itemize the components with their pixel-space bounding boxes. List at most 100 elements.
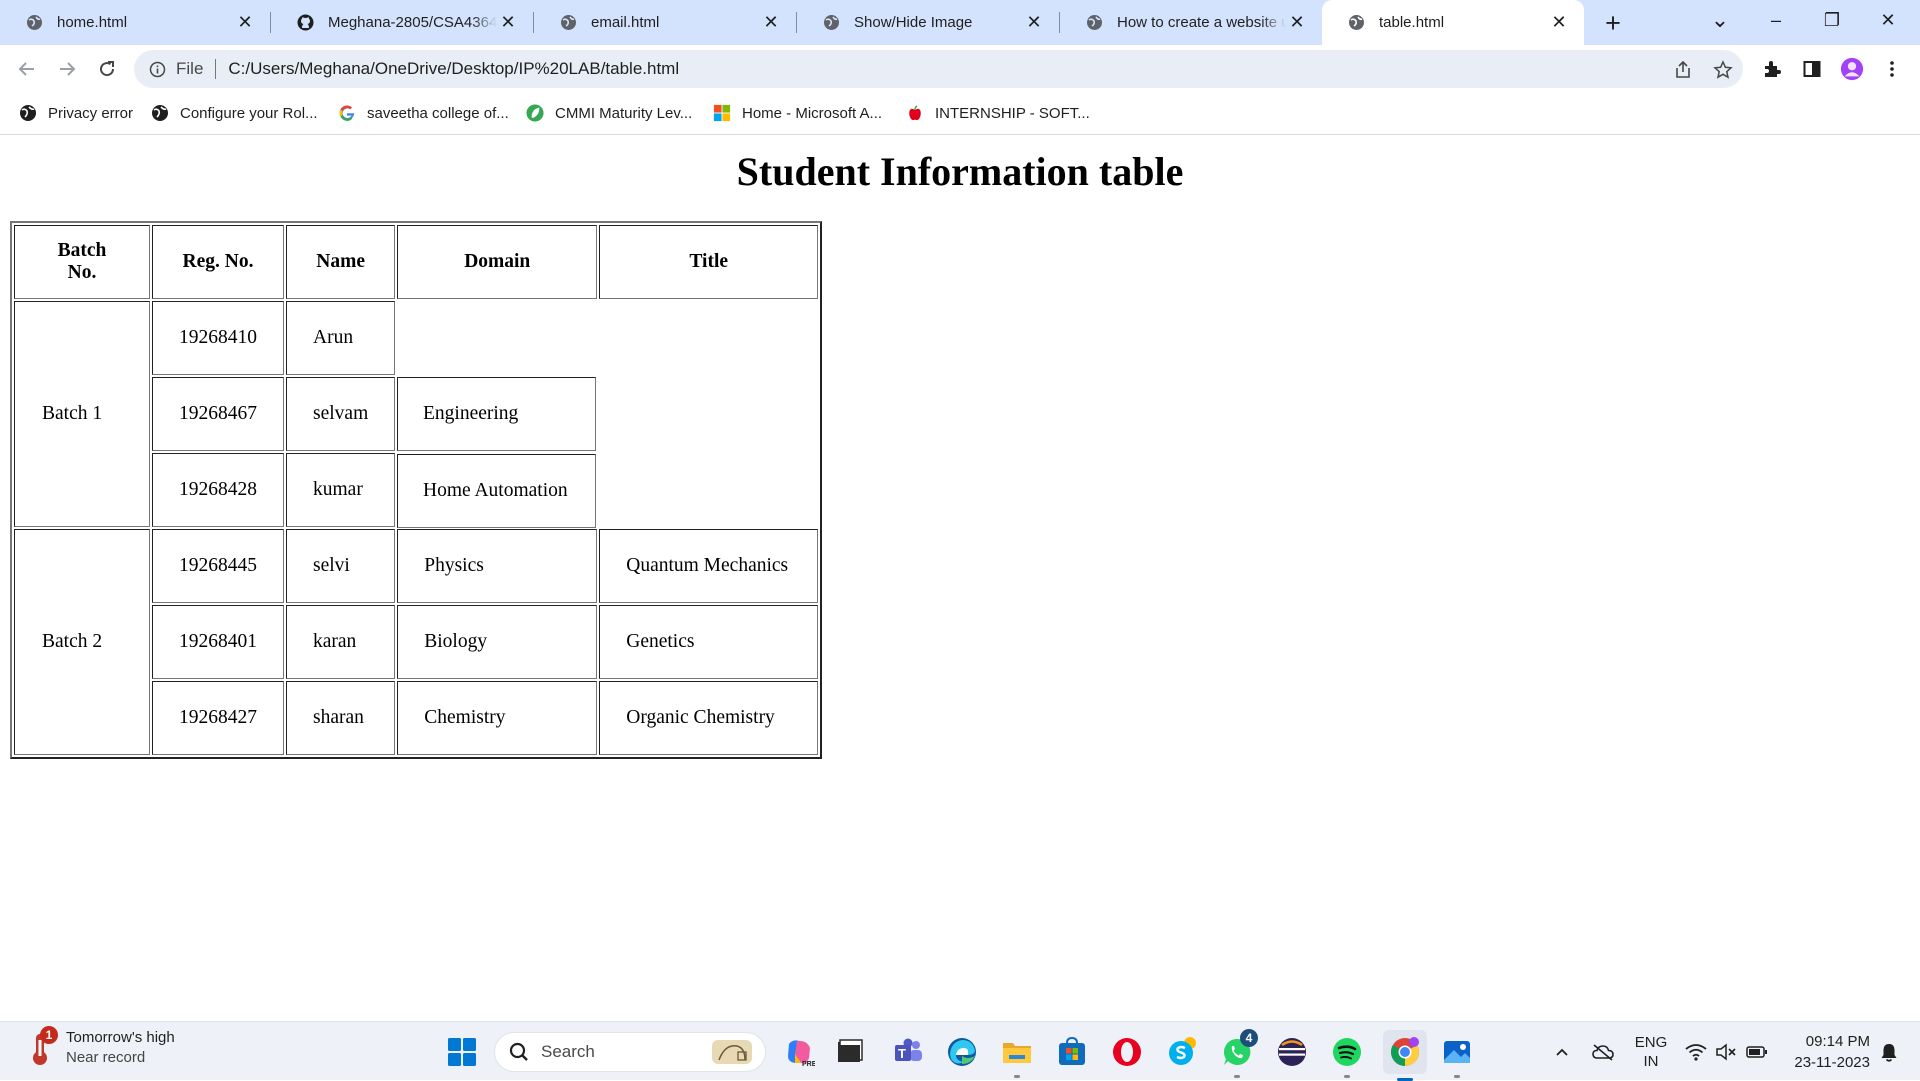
chrome-icon[interactable] <box>1383 1030 1427 1081</box>
avatar[interactable] <box>1840 57 1864 81</box>
language-indicator[interactable]: ENG IN <box>1628 1022 1674 1081</box>
tab-email[interactable]: email.html ✕ <box>534 0 796 45</box>
bookmark-label: Privacy error <box>48 104 134 122</box>
copilot-icon[interactable]: PRE <box>780 1033 818 1071</box>
bookmark-privacy-error[interactable]: Privacy error <box>19 93 133 133</box>
divider <box>215 59 217 79</box>
weather-title: Tomorrow's high <box>66 1029 175 1046</box>
header-title: Title <box>599 225 819 299</box>
running-indicator <box>1344 1075 1350 1078</box>
name-cell: karan <box>286 605 396 679</box>
header-batch-no: Batch No. <box>14 225 150 299</box>
show-hidden-icons-button[interactable] <box>1548 1022 1576 1081</box>
extensions-icon[interactable] <box>1760 57 1784 81</box>
bookmark-saveetha-college[interactable]: saveetha college of... <box>338 93 509 133</box>
eclipse-icon[interactable] <box>1273 1033 1311 1071</box>
store-icon[interactable] <box>1053 1033 1091 1071</box>
spotify-icon[interactable] <box>1328 1033 1366 1078</box>
menu-kebab-icon[interactable] <box>1880 57 1904 81</box>
onedrive-icon[interactable] <box>1586 1022 1620 1081</box>
teams-icon[interactable]: T <box>889 1033 927 1071</box>
reg-cell: 19268401 <box>152 605 284 679</box>
globe-icon <box>1086 14 1103 31</box>
close-tab-icon[interactable]: ✕ <box>1023 12 1045 34</box>
file-explorer-icon[interactable] <box>998 1033 1036 1078</box>
bookmark-cmmi-maturity[interactable]: CMMI Maturity Lev... <box>526 93 692 133</box>
language-bottom: IN <box>1643 1052 1659 1070</box>
browser-toolbar: File C:/Users/Meghana/OneDrive/Desktop/I… <box>0 45 1920 93</box>
close-tab-icon[interactable]: ✕ <box>234 12 256 34</box>
tab-title: Meghana-2805/CSA4364-IP <box>328 14 497 31</box>
share-icon[interactable] <box>1672 59 1694 81</box>
batch-cell: Batch 1 <box>14 301 150 527</box>
taskbar: 1 Tomorrow's high Near record Search PRE… <box>0 1021 1920 1081</box>
title-cell: Genetics <box>599 605 819 679</box>
clock[interactable]: 09:14 PM 23-11-2023 <box>1780 1031 1870 1073</box>
bookmark-configure-your-rol[interactable]: Configure your Rol... <box>151 93 318 133</box>
globe-icon <box>823 14 840 31</box>
battery-icon[interactable] <box>1743 1022 1771 1081</box>
address-bar[interactable]: File C:/Users/Meghana/OneDrive/Desktop/I… <box>134 50 1743 88</box>
running-indicator <box>1234 1075 1240 1078</box>
skype-icon[interactable] <box>1164 1033 1202 1071</box>
close-window-button[interactable]: ✕ <box>1860 0 1916 40</box>
bookmarks-bar: Privacy error Configure your Rol... save… <box>0 93 1920 135</box>
notifications-bell-icon[interactable] <box>1874 1022 1904 1081</box>
file-manager-icon[interactable] <box>830 1033 868 1071</box>
bookmark-home-microsoft[interactable]: Home - Microsoft A... <box>713 93 882 133</box>
new-tab-button[interactable]: + <box>1596 6 1630 40</box>
photos-icon[interactable] <box>1438 1033 1476 1078</box>
weather-widget[interactable]: 1 Tomorrow's high Near record <box>26 1026 175 1068</box>
bookmark-label: saveetha college of... <box>367 104 509 122</box>
close-tab-icon[interactable]: ✕ <box>1286 12 1308 34</box>
taskbar-search[interactable]: Search <box>494 1032 766 1072</box>
star-bookmark-icon[interactable] <box>1712 59 1734 81</box>
arrow-left-icon <box>18 62 34 76</box>
restore-button[interactable]: ❐ <box>1804 0 1860 40</box>
running-indicator <box>1014 1075 1020 1078</box>
domain-cell: Biology <box>397 605 598 679</box>
svg-text:PRE: PRE <box>802 1061 815 1068</box>
minimize-button[interactable]: – <box>1748 0 1804 40</box>
tab-strip: home.html ✕ Meghana-2805/CSA4364-IP ✕ em… <box>0 0 1920 45</box>
start-button[interactable] <box>443 1033 481 1071</box>
domain-cell: Engineering <box>397 377 596 451</box>
close-tab-icon[interactable]: ✕ <box>760 12 782 34</box>
wifi-icon[interactable] <box>1683 1022 1709 1081</box>
windows-icon <box>448 1038 476 1066</box>
search-icon <box>509 1042 528 1061</box>
leaf-icon <box>526 104 544 122</box>
tab-home[interactable]: home.html ✕ <box>0 0 270 45</box>
tab-github[interactable]: Meghana-2805/CSA4364-IP ✕ <box>271 0 533 45</box>
edge-icon[interactable] <box>943 1033 981 1071</box>
close-tab-icon[interactable]: ✕ <box>1548 12 1570 34</box>
opera-icon[interactable] <box>1108 1033 1146 1071</box>
domain-cell: Chemistry <box>397 681 598 755</box>
side-panel-icon[interactable] <box>1800 57 1824 81</box>
bookmark-label: Home - Microsoft A... <box>742 104 883 122</box>
notification-badge: 4 <box>1240 1029 1258 1047</box>
table-row: Batch 1 19268410 Arun <box>14 301 818 527</box>
tab-title: email.html <box>591 14 660 31</box>
table-row: Batch 2 19268445 selvi Physics Quantum M… <box>14 529 819 755</box>
domain-cell: Home Automation <box>397 454 596 528</box>
tab-title: Show/Hide Image <box>854 14 973 31</box>
reload-icon <box>100 61 115 77</box>
whatsapp-icon[interactable]: 4 <box>1218 1029 1258 1078</box>
bookmark-internship[interactable]: INTERNSHIP - SOFT... <box>906 93 1090 133</box>
url-text[interactable]: C:/Users/Meghana/OneDrive/Desktop/IP%20L… <box>228 59 679 79</box>
name-cell: sharan <box>286 681 396 755</box>
language-top: ENG <box>1634 1033 1668 1051</box>
back-button[interactable] <box>9 51 45 87</box>
tab-show-hide-image[interactable]: Show/Hide Image ✕ <box>797 0 1059 45</box>
clock-date: 23-11-2023 <box>1794 1054 1870 1071</box>
close-tab-icon[interactable]: ✕ <box>497 12 519 34</box>
info-icon[interactable] <box>148 60 166 78</box>
tab-search-button[interactable]: ⌄ <box>1692 0 1748 40</box>
tab-how-to-create-website[interactable]: How to create a website using ✕ <box>1060 0 1322 45</box>
name-cell: selvi <box>286 529 396 603</box>
volume-muted-icon[interactable] <box>1713 1022 1739 1081</box>
reload-button[interactable] <box>89 51 125 87</box>
tab-table-active[interactable]: table.html ✕ <box>1322 0 1584 45</box>
forward-button[interactable] <box>49 51 85 87</box>
